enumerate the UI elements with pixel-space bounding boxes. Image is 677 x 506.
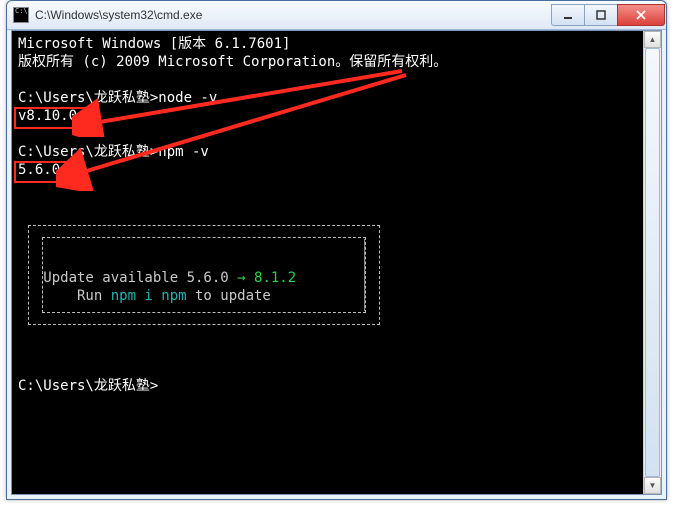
window-buttons xyxy=(552,4,665,26)
minimize-icon xyxy=(563,10,573,20)
scroll-track[interactable] xyxy=(644,48,661,477)
prompt-npm: C:\Users\龙跃私塾>npm -v xyxy=(18,144,209,160)
close-button[interactable] xyxy=(617,4,665,26)
vertical-scrollbar[interactable]: ▲ ▼ xyxy=(643,31,661,494)
terminal[interactable]: Microsoft Windows [版本 6.1.7601] 版权所有 (c)… xyxy=(12,31,644,494)
prompt-node: C:\Users\龙跃私塾>node -v xyxy=(18,90,217,106)
update-line-2: Run npm i npm to update xyxy=(18,288,271,304)
maximize-icon xyxy=(596,10,606,20)
titlebar[interactable]: C:\Windows\system32\cmd.exe xyxy=(7,1,666,30)
scroll-thumb[interactable] xyxy=(645,48,660,477)
cmd-icon xyxy=(13,7,29,23)
output-npm-version: 5.6.0 xyxy=(18,162,60,178)
cmd-window: C:\Windows\system32\cmd.exe Microsoft Wi… xyxy=(6,0,667,500)
maximize-button[interactable] xyxy=(584,4,618,26)
update-line-1: Update available 5.6.0 → 8.1.2 xyxy=(18,270,296,286)
banner-line-1: Microsoft Windows [版本 6.1.7601] xyxy=(18,36,290,52)
minimize-button[interactable] xyxy=(551,4,585,26)
scroll-up-button[interactable]: ▲ xyxy=(644,31,661,48)
window-title: C:\Windows\system32\cmd.exe xyxy=(35,8,552,22)
output-node-version: v8.10.0 xyxy=(18,108,77,124)
client-area: Microsoft Windows [版本 6.1.7601] 版权所有 (c)… xyxy=(11,30,662,495)
prompt-idle: C:\Users\龙跃私塾> xyxy=(18,378,158,394)
scroll-down-button[interactable]: ▼ xyxy=(644,477,661,494)
banner-line-2: 版权所有 (c) 2009 Microsoft Corporation。保留所有… xyxy=(18,54,447,70)
close-icon xyxy=(635,10,647,20)
